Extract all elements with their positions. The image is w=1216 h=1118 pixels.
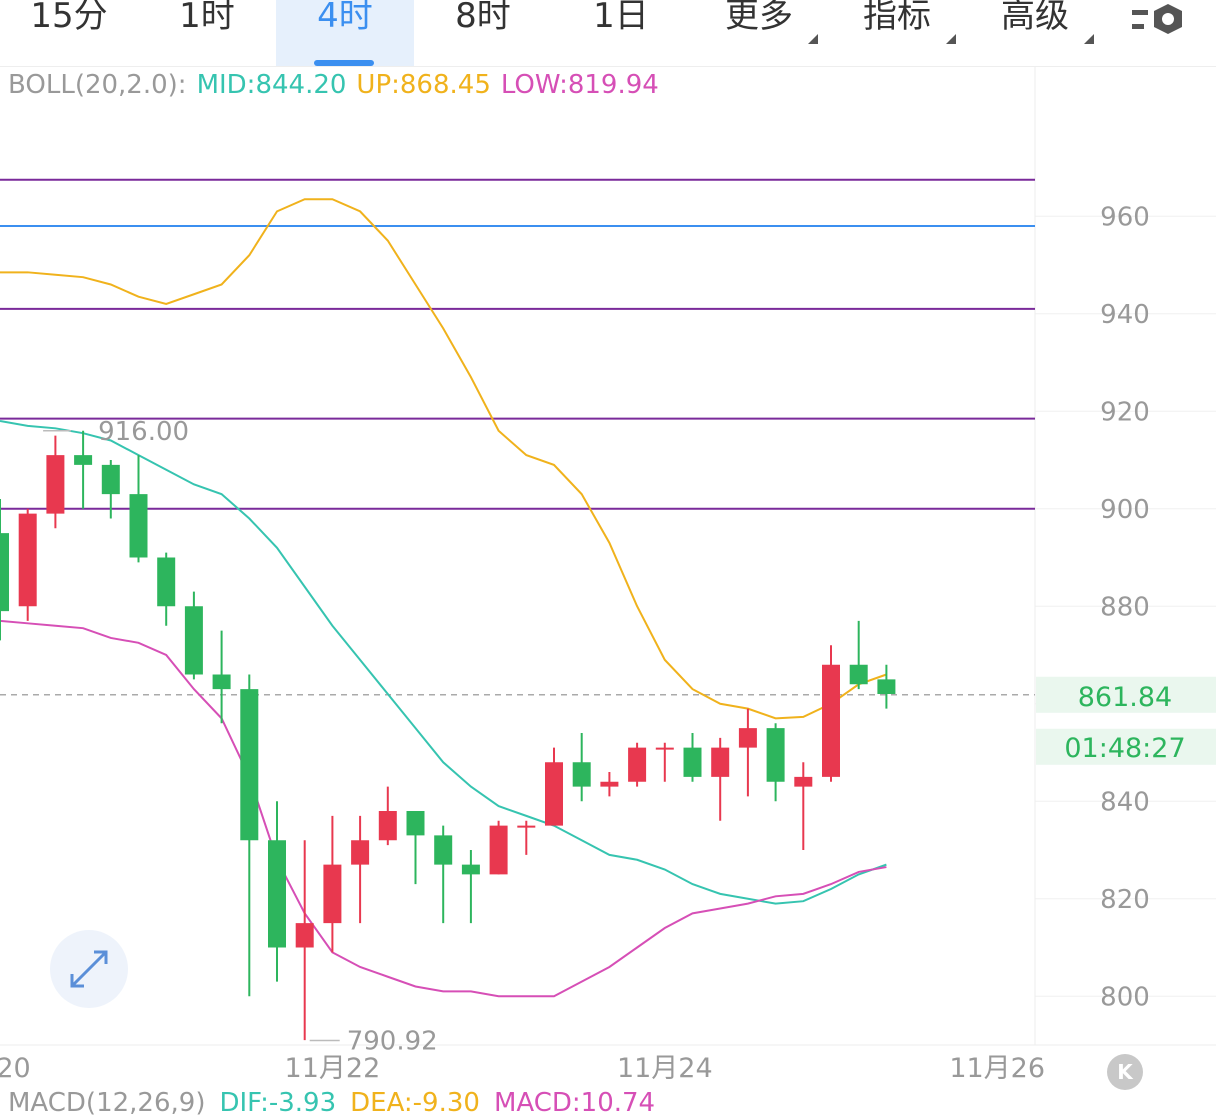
candlestick-chart[interactable]: 800 820 840 880 900 920 940 960 861.84 01:48:27 91…	[0, 0, 1216, 1101]
candle-body	[295, 923, 314, 948]
candle-body	[461, 864, 480, 875]
candle-body	[184, 606, 203, 675]
candle-body	[683, 747, 702, 777]
macd-legend: MACD(12,26,9) DIF:-3.93 DEA:-9.30 MACD:10.7…	[8, 1088, 669, 1118]
y-tick-label: 960	[1100, 202, 1150, 232]
x-tick-label: 11月24	[617, 1053, 713, 1084]
x-tick-label: 11月22	[285, 1053, 381, 1084]
y-tick-label: 840	[1100, 787, 1150, 817]
macd-dea: DEA:-9.30	[350, 1088, 480, 1118]
candle-body	[240, 689, 259, 841]
candle-body	[628, 747, 647, 782]
candle-body	[545, 762, 563, 826]
candle-body	[877, 679, 896, 694]
candle-body	[738, 728, 757, 748]
y-tick-label: 800	[1100, 982, 1150, 1012]
candle-body	[268, 840, 286, 948]
macd-value: MACD:10.74	[493, 1088, 656, 1118]
candle-body	[849, 664, 868, 685]
candle-body	[489, 825, 508, 875]
candle-body	[323, 864, 342, 924]
candle-body	[434, 835, 453, 865]
candle-body	[600, 781, 619, 787]
candle-body	[517, 825, 536, 828]
expand-button[interactable]	[50, 930, 128, 1008]
candle-body	[74, 455, 93, 465]
x-tick-label: 月20	[0, 1053, 31, 1084]
candle-body	[572, 762, 591, 787]
y-tick-label: 820	[1100, 885, 1150, 915]
macd-name: MACD(12,26,9)	[8, 1088, 206, 1118]
candle-body	[822, 664, 840, 777]
low-label: 790.92	[347, 1027, 438, 1057]
candle-body	[406, 811, 425, 836]
boll-upper-line	[0, 198, 887, 720]
expand-arrows-icon	[70, 950, 108, 988]
candle-body	[711, 747, 730, 777]
k-circle-icon[interactable]: K	[1107, 1054, 1143, 1090]
candle-body	[351, 840, 370, 865]
y-tick-label: 900	[1100, 495, 1150, 525]
y-tick-label: 920	[1100, 397, 1150, 427]
candle-body	[655, 747, 674, 750]
y-tick-label: 940	[1100, 300, 1150, 330]
x-tick-label: 11月26	[949, 1053, 1045, 1084]
boll-lower-line	[0, 619, 887, 998]
candle-body	[0, 533, 9, 612]
candle-body	[157, 557, 176, 607]
high-label: 916.00	[98, 417, 189, 447]
current-price-label: 861.84	[1078, 682, 1172, 713]
countdown-label: 01:48:27	[1064, 733, 1185, 764]
candle-body	[46, 455, 65, 514]
y-tick-label: 880	[1100, 592, 1150, 622]
candle-body	[129, 494, 148, 558]
candle-body	[18, 513, 37, 607]
candle-body	[794, 776, 813, 787]
candle-body	[766, 728, 785, 782]
macd-dif: DIF:-3.93	[219, 1088, 337, 1118]
candle-body	[101, 464, 120, 495]
candle-body	[212, 674, 231, 690]
candle-body	[378, 811, 397, 841]
